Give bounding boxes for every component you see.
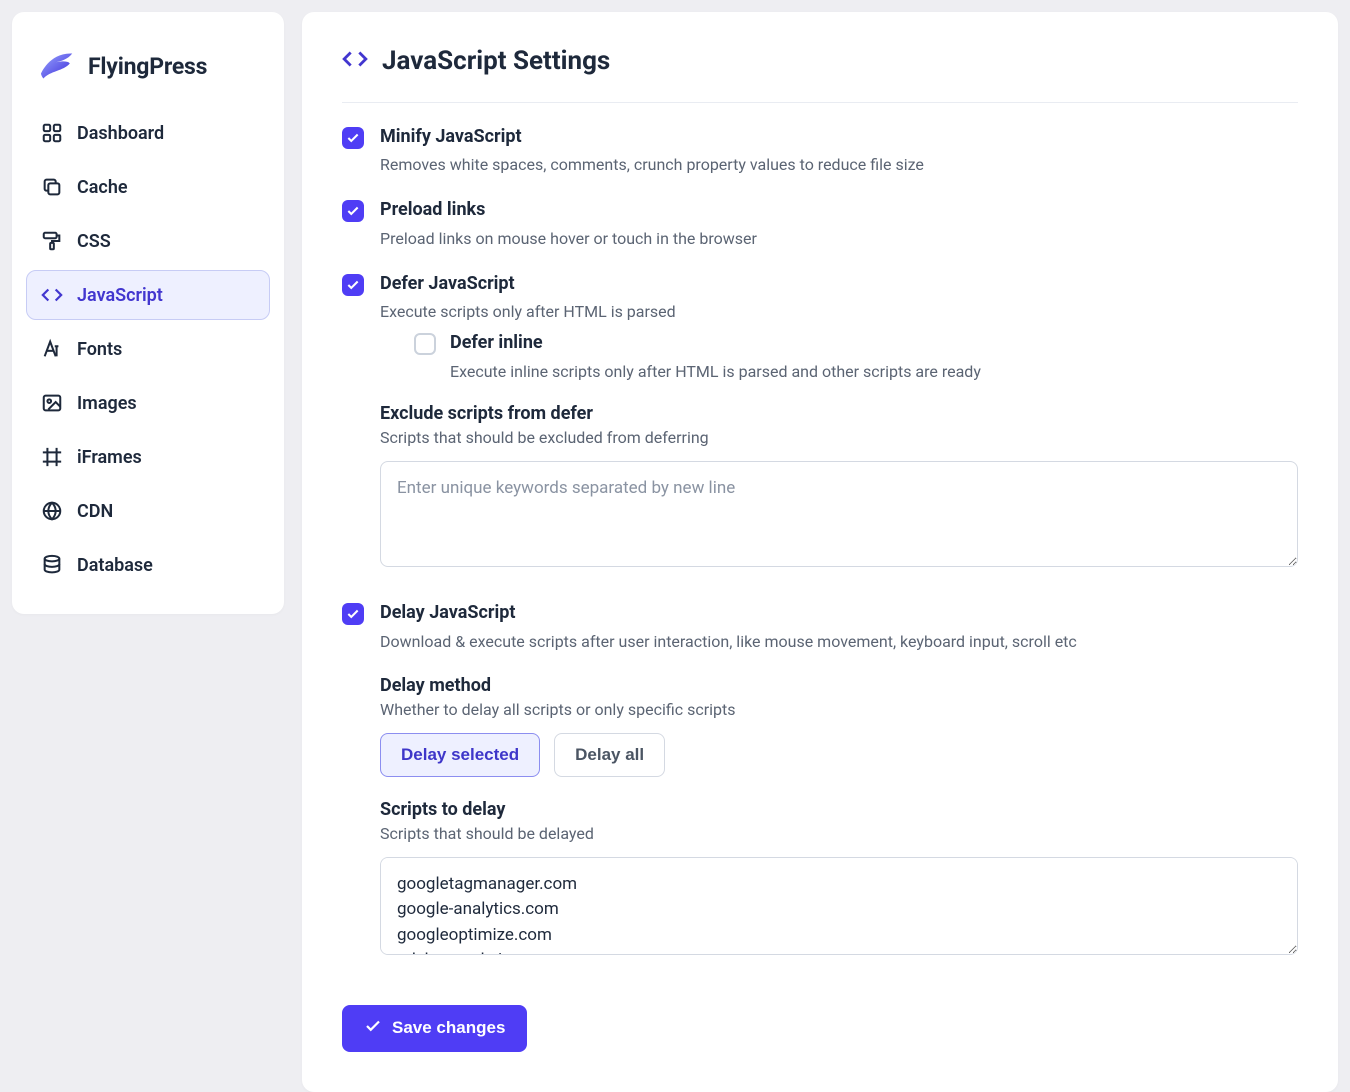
sidebar-item-css[interactable]: CSS <box>26 216 270 266</box>
delay-selected-button[interactable]: Delay selected <box>380 733 540 777</box>
scripts-delay-textarea[interactable] <box>380 857 1298 955</box>
setting-defer-inline: Defer inline Execute inline scripts only… <box>414 331 1298 382</box>
setting-title: Defer JavaScript <box>380 272 1298 296</box>
setting-desc: Preload links on mouse hover or touch in… <box>380 227 1298 250</box>
paint-roller-icon <box>41 230 63 252</box>
sidebar-item-label: iFrames <box>77 447 142 468</box>
nav: Dashboard Cache CSS JavaScript <box>26 108 270 590</box>
code-icon <box>342 46 368 76</box>
setting-minify: Minify JavaScript Removes white spaces, … <box>342 125 1298 176</box>
database-icon <box>41 554 63 576</box>
save-button[interactable]: Save changes <box>342 1005 527 1052</box>
setting-desc: Download & execute scripts after user in… <box>380 630 1298 653</box>
exclude-defer-sub: Scripts that should be excluded from def… <box>380 428 1298 447</box>
sidebar-item-images[interactable]: Images <box>26 378 270 428</box>
globe-icon <box>41 500 63 522</box>
sidebar-item-label: Cache <box>77 177 128 198</box>
brand: FlyingPress <box>26 40 270 108</box>
checkbox-minify[interactable] <box>342 127 364 149</box>
setting-desc: Removes white spaces, comments, crunch p… <box>380 153 1298 176</box>
sidebar-item-label: Dashboard <box>77 123 164 144</box>
sidebar-item-label: CDN <box>77 501 113 522</box>
setting-title: Delay JavaScript <box>380 601 1298 625</box>
checkbox-defer-inline[interactable] <box>414 333 436 355</box>
brand-name: FlyingPress <box>88 53 207 80</box>
setting-desc: Execute scripts only after HTML is parse… <box>380 300 1298 323</box>
sidebar-item-dashboard[interactable]: Dashboard <box>26 108 270 158</box>
setting-title: Minify JavaScript <box>380 125 1298 149</box>
delay-method-sub: Whether to delay all scripts or only spe… <box>380 700 1298 719</box>
grid-icon <box>41 122 63 144</box>
setting-title: Preload links <box>380 198 1298 222</box>
scripts-delay-sub: Scripts that should be delayed <box>380 824 1298 843</box>
page-title: JavaScript Settings <box>382 46 610 76</box>
sidebar: FlyingPress Dashboard Cache CSS <box>12 12 284 614</box>
logo-icon <box>36 46 76 86</box>
sidebar-item-database[interactable]: Database <box>26 540 270 590</box>
setting-defer: Defer JavaScript Execute scripts only af… <box>342 272 1298 591</box>
save-button-label: Save changes <box>392 1018 505 1038</box>
sidebar-item-fonts[interactable]: Fonts <box>26 324 270 374</box>
scripts-delay-title: Scripts to delay <box>380 799 1298 820</box>
check-icon <box>364 1017 382 1040</box>
sidebar-item-label: CSS <box>77 231 111 252</box>
checkbox-preload[interactable] <box>342 200 364 222</box>
frame-icon <box>41 446 63 468</box>
setting-delay: Delay JavaScript Download & execute scri… <box>342 601 1298 978</box>
delay-method-toggle: Delay selected Delay all <box>380 733 1298 777</box>
sidebar-item-label: Fonts <box>77 339 122 360</box>
sidebar-item-cdn[interactable]: CDN <box>26 486 270 536</box>
exclude-defer-title: Exclude scripts from defer <box>380 403 1298 424</box>
sidebar-item-label: Images <box>77 393 137 414</box>
checkbox-delay[interactable] <box>342 603 364 625</box>
image-icon <box>41 392 63 414</box>
setting-title: Defer inline <box>450 331 981 355</box>
delay-all-button[interactable]: Delay all <box>554 733 665 777</box>
checkbox-defer[interactable] <box>342 274 364 296</box>
sidebar-item-iframes[interactable]: iFrames <box>26 432 270 482</box>
setting-preload: Preload links Preload links on mouse hov… <box>342 198 1298 249</box>
sidebar-item-javascript[interactable]: JavaScript <box>26 270 270 320</box>
sidebar-item-label: JavaScript <box>77 285 163 306</box>
exclude-defer-textarea[interactable] <box>380 461 1298 568</box>
main-panel: JavaScript Settings Minify JavaScript Re… <box>302 12 1338 1092</box>
code-icon <box>41 284 63 306</box>
sidebar-item-cache[interactable]: Cache <box>26 162 270 212</box>
sidebar-item-label: Database <box>77 555 153 576</box>
setting-desc: Execute inline scripts only after HTML i… <box>450 360 981 383</box>
delay-method-title: Delay method <box>380 675 1298 696</box>
fonts-icon <box>41 338 63 360</box>
page-header: JavaScript Settings <box>342 46 1298 103</box>
copy-icon <box>41 176 63 198</box>
